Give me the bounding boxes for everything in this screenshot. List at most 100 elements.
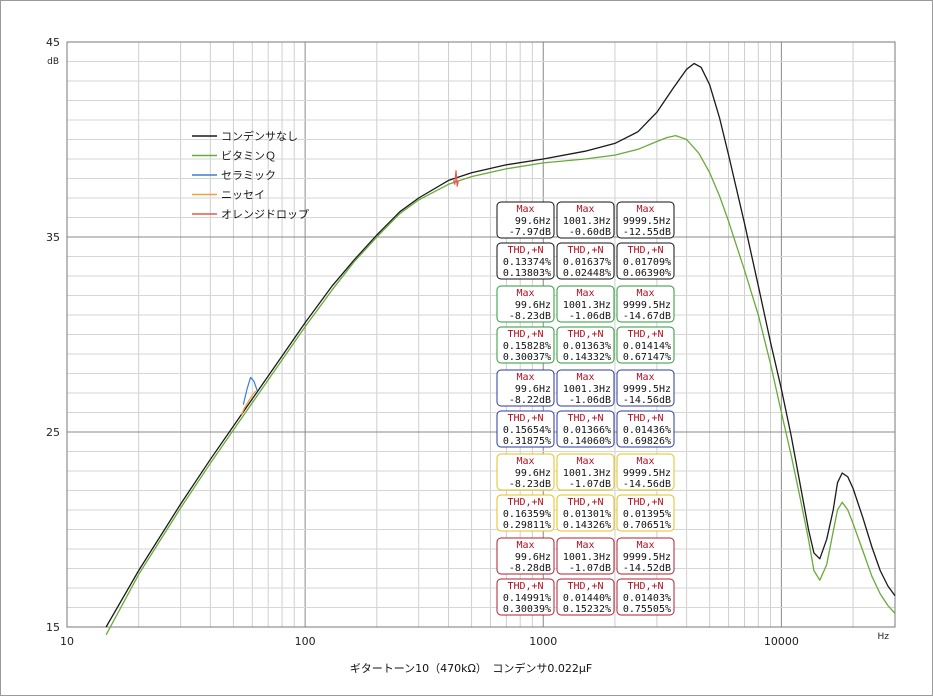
thd-readout-box: THD,+N0.16359%0.29811% [496,494,555,532]
max-readout-box: Max1001.3Hz-1.07dB [556,537,615,575]
readout-value: 0.15654% [503,425,551,436]
readout-heading: Max [576,540,594,551]
readout-value: 0.29811% [503,520,551,531]
chart-title: ギタートーン10（470kΩ） コンデンサ0.022μF [350,661,593,675]
readout-value: -8.23dB [509,311,551,322]
readout-heading: Max [576,204,594,215]
readout-value: 0.01414% [623,341,671,352]
max-readout-box: Max1001.3Hz-1.06dB [556,285,615,323]
readout-heading: THD,+N [507,245,543,256]
max-readout-box: Max9999.5Hz-14.56dB [616,369,675,407]
readout-heading: Max [636,456,654,467]
readout-value: 1001.3Hz [563,216,611,227]
axes: 10 100 1000 10000 15 25 35 45 dB Hz [46,36,889,648]
readout-value: 0.16359% [503,509,551,520]
readout-heading: THD,+N [567,245,603,256]
readout-value: 0.01637% [563,257,611,268]
x-tick-label: 100 [295,635,316,648]
thd-readout-box: THD,+N0.01395%0.70651% [616,494,675,532]
readout-value: 0.14326% [563,520,611,531]
y-tick-label: 35 [46,231,60,244]
thd-readout-box: THD,+N0.01301%0.14326% [556,494,615,532]
readout-value: 9999.5Hz [623,384,671,395]
y-unit-label: dB [47,57,59,67]
readout-value: -8.28dB [509,563,551,574]
max-readout-box: Max99.6Hz-8.22dB [496,369,555,407]
readout-heading: THD,+N [627,329,663,340]
max-readout-box: Max1001.3Hz-1.07dB [556,453,615,491]
legend-label: ニッセイ [221,189,265,202]
max-readout-box: Max9999.5Hz-14.56dB [616,453,675,491]
readout-heading: THD,+N [627,413,663,424]
readout-heading: THD,+N [567,329,603,340]
readout-heading: Max [516,204,534,215]
readout-value: 0.30037% [503,352,551,363]
measurement-annotations: Max99.6Hz-7.97dBMax1001.3Hz-0.60dBMax999… [496,201,675,616]
thd-readout-box: THD,+N0.01366%0.14060% [556,410,615,448]
readout-value: 0.01440% [563,593,611,604]
readout-heading: Max [516,372,534,383]
thd-readout-box: THD,+N0.15828%0.30037% [496,326,555,364]
x-tick-label: 10 [60,635,74,648]
readout-value: -12.55dB [623,227,671,238]
readout-heading: Max [516,540,534,551]
thd-readout-box: THD,+N0.01403%0.75505% [616,578,675,616]
readout-value: 0.13374% [503,257,551,268]
thd-readout-box: THD,+N0.01637%0.02448% [556,242,615,280]
thd-readout-box: THD,+N0.01436%0.69826% [616,410,675,448]
readout-value: -1.06dB [569,395,611,406]
readout-value: 0.14060% [563,436,611,447]
readout-value: 99.6Hz [515,300,551,311]
readout-value: 0.01363% [563,341,611,352]
frequency-response-chart: 10 100 1000 10000 15 25 35 45 dB Hz コンデンサなしビタミンＱ セ… [46,36,896,675]
readout-value: 99.6Hz [515,384,551,395]
readout-value: 0.02448% [563,268,611,279]
readout-heading: THD,+N [627,497,663,508]
readout-value: 9999.5Hz [623,468,671,479]
readout-heading: Max [636,540,654,551]
readout-value: -1.07dB [569,563,611,574]
max-readout-box: Max99.6Hz-8.23dB [496,285,555,323]
readout-value: -14.67dB [623,311,671,322]
max-readout-box: Max1001.3Hz-0.60dB [556,201,615,239]
max-readout-box: Max99.6Hz-8.28dB [496,537,555,575]
readout-value: 0.01436% [623,425,671,436]
readout-value: 0.01709% [623,257,671,268]
max-readout-box: Max99.6Hz-8.23dB [496,453,555,491]
readout-heading: Max [636,288,654,299]
grid [66,41,896,628]
readout-value: 0.01366% [563,425,611,436]
readout-value: -1.07dB [569,479,611,490]
readout-heading: Max [516,288,534,299]
thd-readout-box: THD,+N0.13374%0.13803% [496,242,555,280]
readout-value: 0.15232% [563,604,611,615]
readout-value: 9999.5Hz [623,552,671,563]
readout-heading: THD,+N [627,581,663,592]
readout-heading: THD,+N [507,413,543,424]
readout-heading: Max [576,372,594,383]
readout-value: 0.69826% [623,436,671,447]
thd-readout-box: THD,+N0.01440%0.15232% [556,578,615,616]
readout-heading: THD,+N [507,497,543,508]
readout-value: -0.60dB [569,227,611,238]
readout-heading: THD,+N [567,581,603,592]
readout-value: 9999.5Hz [623,300,671,311]
readout-value: 1001.3Hz [563,552,611,563]
legend-label: オレンジドロップ [221,208,309,221]
readout-heading: THD,+N [507,329,543,340]
readout-value: 99.6Hz [515,216,551,227]
readout-value: -1.06dB [569,311,611,322]
readout-value: -14.56dB [623,395,671,406]
max-readout-box: Max1001.3Hz-1.06dB [556,369,615,407]
readout-value: 1001.3Hz [563,468,611,479]
readout-value: -14.56dB [623,479,671,490]
max-readout-box: Max9999.5Hz-14.67dB [616,285,675,323]
legend-label: ビタミンＱ [221,150,276,163]
max-readout-box: Max9999.5Hz-12.55dB [616,201,675,239]
readout-value: 99.6Hz [515,468,551,479]
y-tick-label: 25 [46,426,60,439]
thd-readout-box: THD,+N0.01709%0.06390% [616,242,675,280]
legend-label: コンデンサなし [221,129,298,143]
readout-heading: Max [576,288,594,299]
chart-window: 10 100 1000 10000 15 25 35 45 dB Hz コンデンサなし ビタミンＱ セ… [0,0,933,696]
